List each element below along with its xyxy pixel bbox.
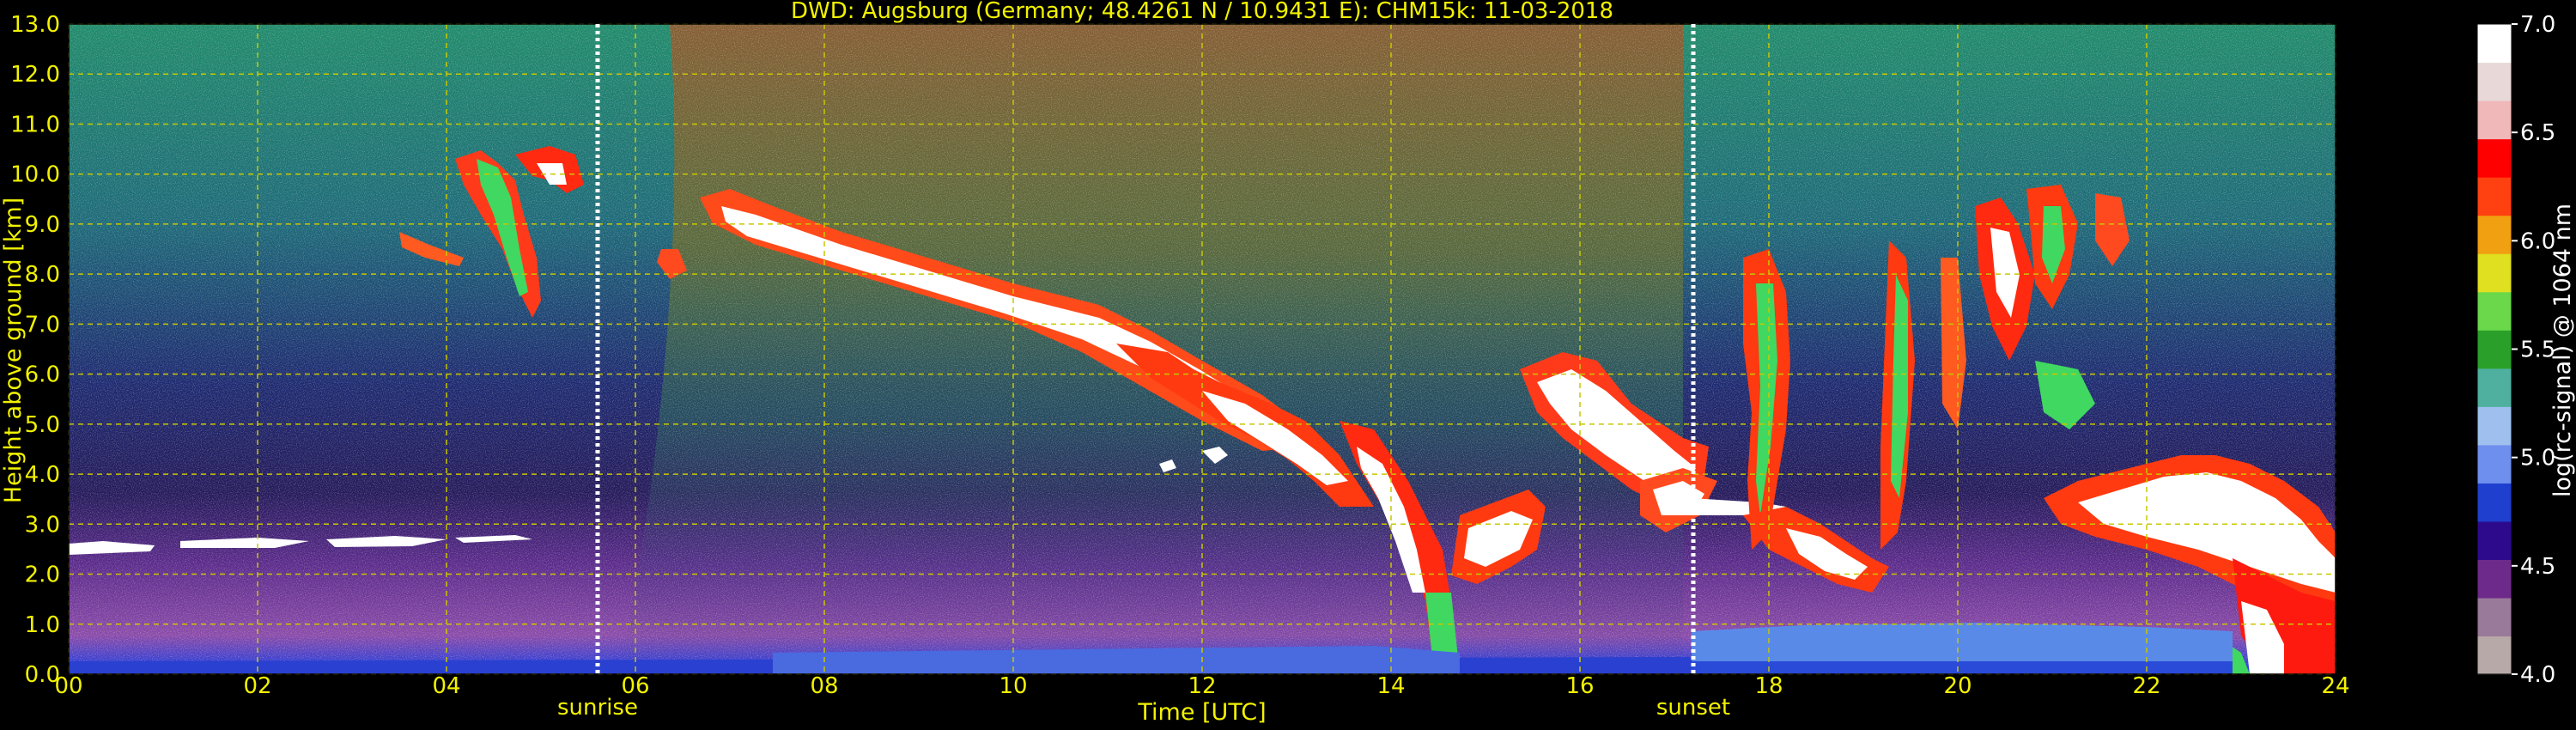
colorbar-tick-label: 4.5 <box>2520 554 2555 580</box>
colorbar-segment <box>2477 62 2512 101</box>
ceilometer-chart: sunrise sunset 00 02 04 06 08 10 12 14 16 18 20 22 24… <box>0 0 2576 726</box>
y-tick-label: 0.0 <box>25 662 60 688</box>
x-tick-label: 18 <box>1754 673 1783 699</box>
colorbar-segment <box>2477 177 2512 216</box>
x-axis-label: Time [UTC] <box>1137 699 1266 726</box>
x-tick-label: 20 <box>1943 673 1971 699</box>
colorbar-segment <box>2477 444 2512 484</box>
colorbar-segment <box>2477 330 2512 369</box>
colorbar-segment <box>2477 520 2512 561</box>
y-tick-label: 12.0 <box>10 62 60 88</box>
colorbar-segment <box>2477 483 2512 522</box>
colorbar-segment <box>2477 24 2512 64</box>
y-tick-label: 5.0 <box>25 412 60 438</box>
x-tick-label: 02 <box>243 673 271 699</box>
sun-marker-label: sunset <box>1656 695 1730 721</box>
y-tick-label: 10.0 <box>10 162 60 188</box>
x-tick-label: 12 <box>1188 673 1216 699</box>
colorbar-segment <box>2477 597 2512 637</box>
y-tick-label: 9.0 <box>25 212 60 238</box>
x-tick-label: 22 <box>2132 673 2160 699</box>
colorbar-tick-label: 4.0 <box>2520 662 2555 688</box>
colorbar-label: log(rc-signal) @ 1064 nm <box>2549 204 2576 497</box>
x-tick-label: 10 <box>999 673 1027 699</box>
colorbar: 4.04.55.05.56.06.57.0 <box>2476 12 2555 688</box>
colorbar-tick-label: 6.5 <box>2520 120 2555 146</box>
y-axis-label: Height above ground [km] <box>0 198 27 503</box>
y-tick-label: 2.0 <box>25 563 60 588</box>
colorbar-segment <box>2477 559 2512 599</box>
x-tick-label: 06 <box>621 673 649 699</box>
y-tick-label: 3.0 <box>25 512 60 538</box>
colorbar-segment <box>2477 406 2512 446</box>
colorbar-segment <box>2477 253 2512 293</box>
colorbar-tick-label: 7.0 <box>2520 12 2555 38</box>
colorbar-segment <box>2477 215 2512 254</box>
x-tick-label: 16 <box>1565 673 1594 699</box>
y-tick-label: 8.0 <box>25 262 60 288</box>
y-tick-label: 7.0 <box>25 312 60 338</box>
x-tick-label: 04 <box>432 673 460 699</box>
y-tick-label: 6.0 <box>25 362 60 388</box>
y-tick-label: 4.0 <box>25 462 60 488</box>
colorbar-segment <box>2477 636 2512 675</box>
colorbar-segment <box>2477 100 2512 140</box>
colorbar-segment <box>2477 138 2512 178</box>
x-tick-label: 08 <box>810 673 838 699</box>
x-tick-label: 14 <box>1376 673 1405 699</box>
colorbar-segment <box>2477 291 2512 331</box>
y-tick-label: 11.0 <box>10 112 60 137</box>
x-axis: 00 02 04 06 08 10 12 14 16 18 20 22 24 <box>54 673 2349 699</box>
y-tick-label: 13.0 <box>10 12 60 38</box>
y-tick-label: 1.0 <box>25 612 60 638</box>
x-tick-label: 24 <box>2321 673 2349 699</box>
chart-title: DWD: Augsburg (Germany; 48.4261 N / 10.9… <box>791 0 1613 24</box>
colorbar-segment <box>2477 368 2512 407</box>
